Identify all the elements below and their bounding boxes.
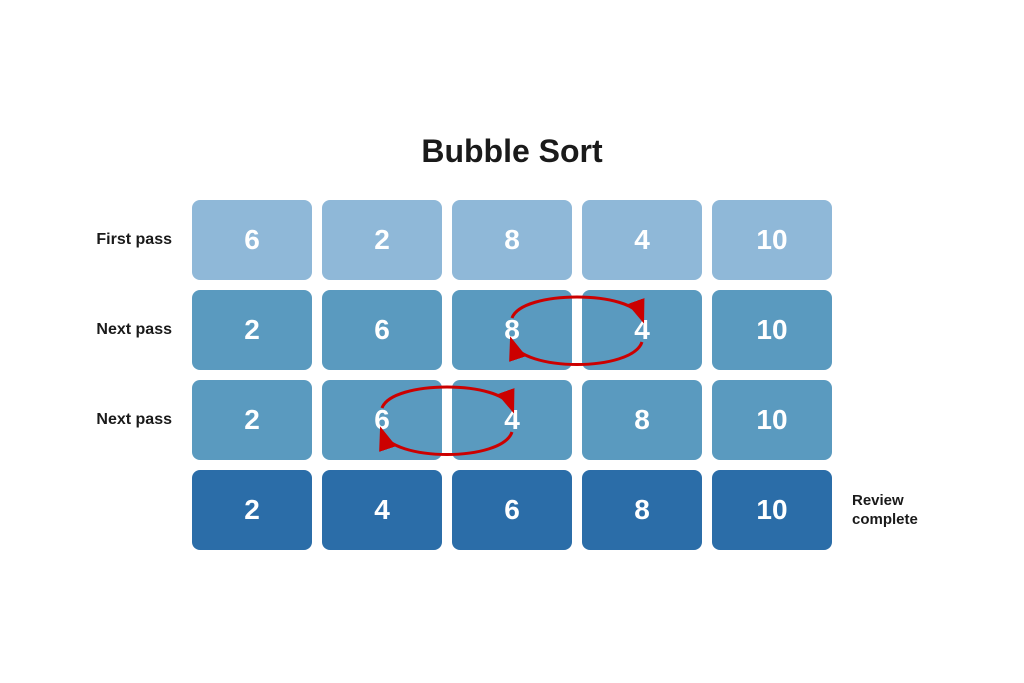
row-label-end: Reviewcomplete	[842, 491, 932, 530]
row-2: Next pass 2 6 8 4 10	[92, 290, 932, 370]
cell-1-3: 8	[452, 200, 572, 280]
cell-1-2: 2	[322, 200, 442, 280]
cell-2-4: 4	[582, 290, 702, 370]
cell-3-4: 8	[582, 380, 702, 460]
row-label-2: Next pass	[92, 321, 182, 339]
cell-3-2: 6	[322, 380, 442, 460]
diagram-container: Bubble Sort First pass 6 2 8 4 10 Next p…	[92, 133, 932, 550]
cell-3-3: 4	[452, 380, 572, 460]
cell-4-2: 4	[322, 470, 442, 550]
row-4-cells: 2 4 6 8 10	[192, 470, 832, 550]
row-4: 2 4 6 8 10 Reviewcomplete	[92, 470, 932, 550]
row-1: First pass 6 2 8 4 10	[92, 200, 932, 280]
row-3-cells: 2 6 4 8 10	[192, 380, 832, 460]
row-label-1: First pass	[92, 231, 182, 249]
page-title: Bubble Sort	[421, 133, 602, 170]
row-3: Next pass 2 6 4 8 10	[92, 380, 932, 460]
cell-2-1: 2	[192, 290, 312, 370]
cell-4-3: 6	[452, 470, 572, 550]
cell-2-2: 6	[322, 290, 442, 370]
cell-4-4: 8	[582, 470, 702, 550]
cell-3-1: 2	[192, 380, 312, 460]
grid-wrapper: First pass 6 2 8 4 10 Next pass 2 6 8 4 …	[92, 200, 932, 550]
cell-1-5: 10	[712, 200, 832, 280]
cell-3-5: 10	[712, 380, 832, 460]
cell-4-1: 2	[192, 470, 312, 550]
cell-2-3: 8	[452, 290, 572, 370]
cell-1-4: 4	[582, 200, 702, 280]
cell-1-1: 6	[192, 200, 312, 280]
cell-2-5: 10	[712, 290, 832, 370]
row-1-cells: 6 2 8 4 10	[192, 200, 832, 280]
row-2-cells: 2 6 8 4 10	[192, 290, 832, 370]
row-label-3: Next pass	[92, 411, 182, 429]
cell-4-5: 10	[712, 470, 832, 550]
